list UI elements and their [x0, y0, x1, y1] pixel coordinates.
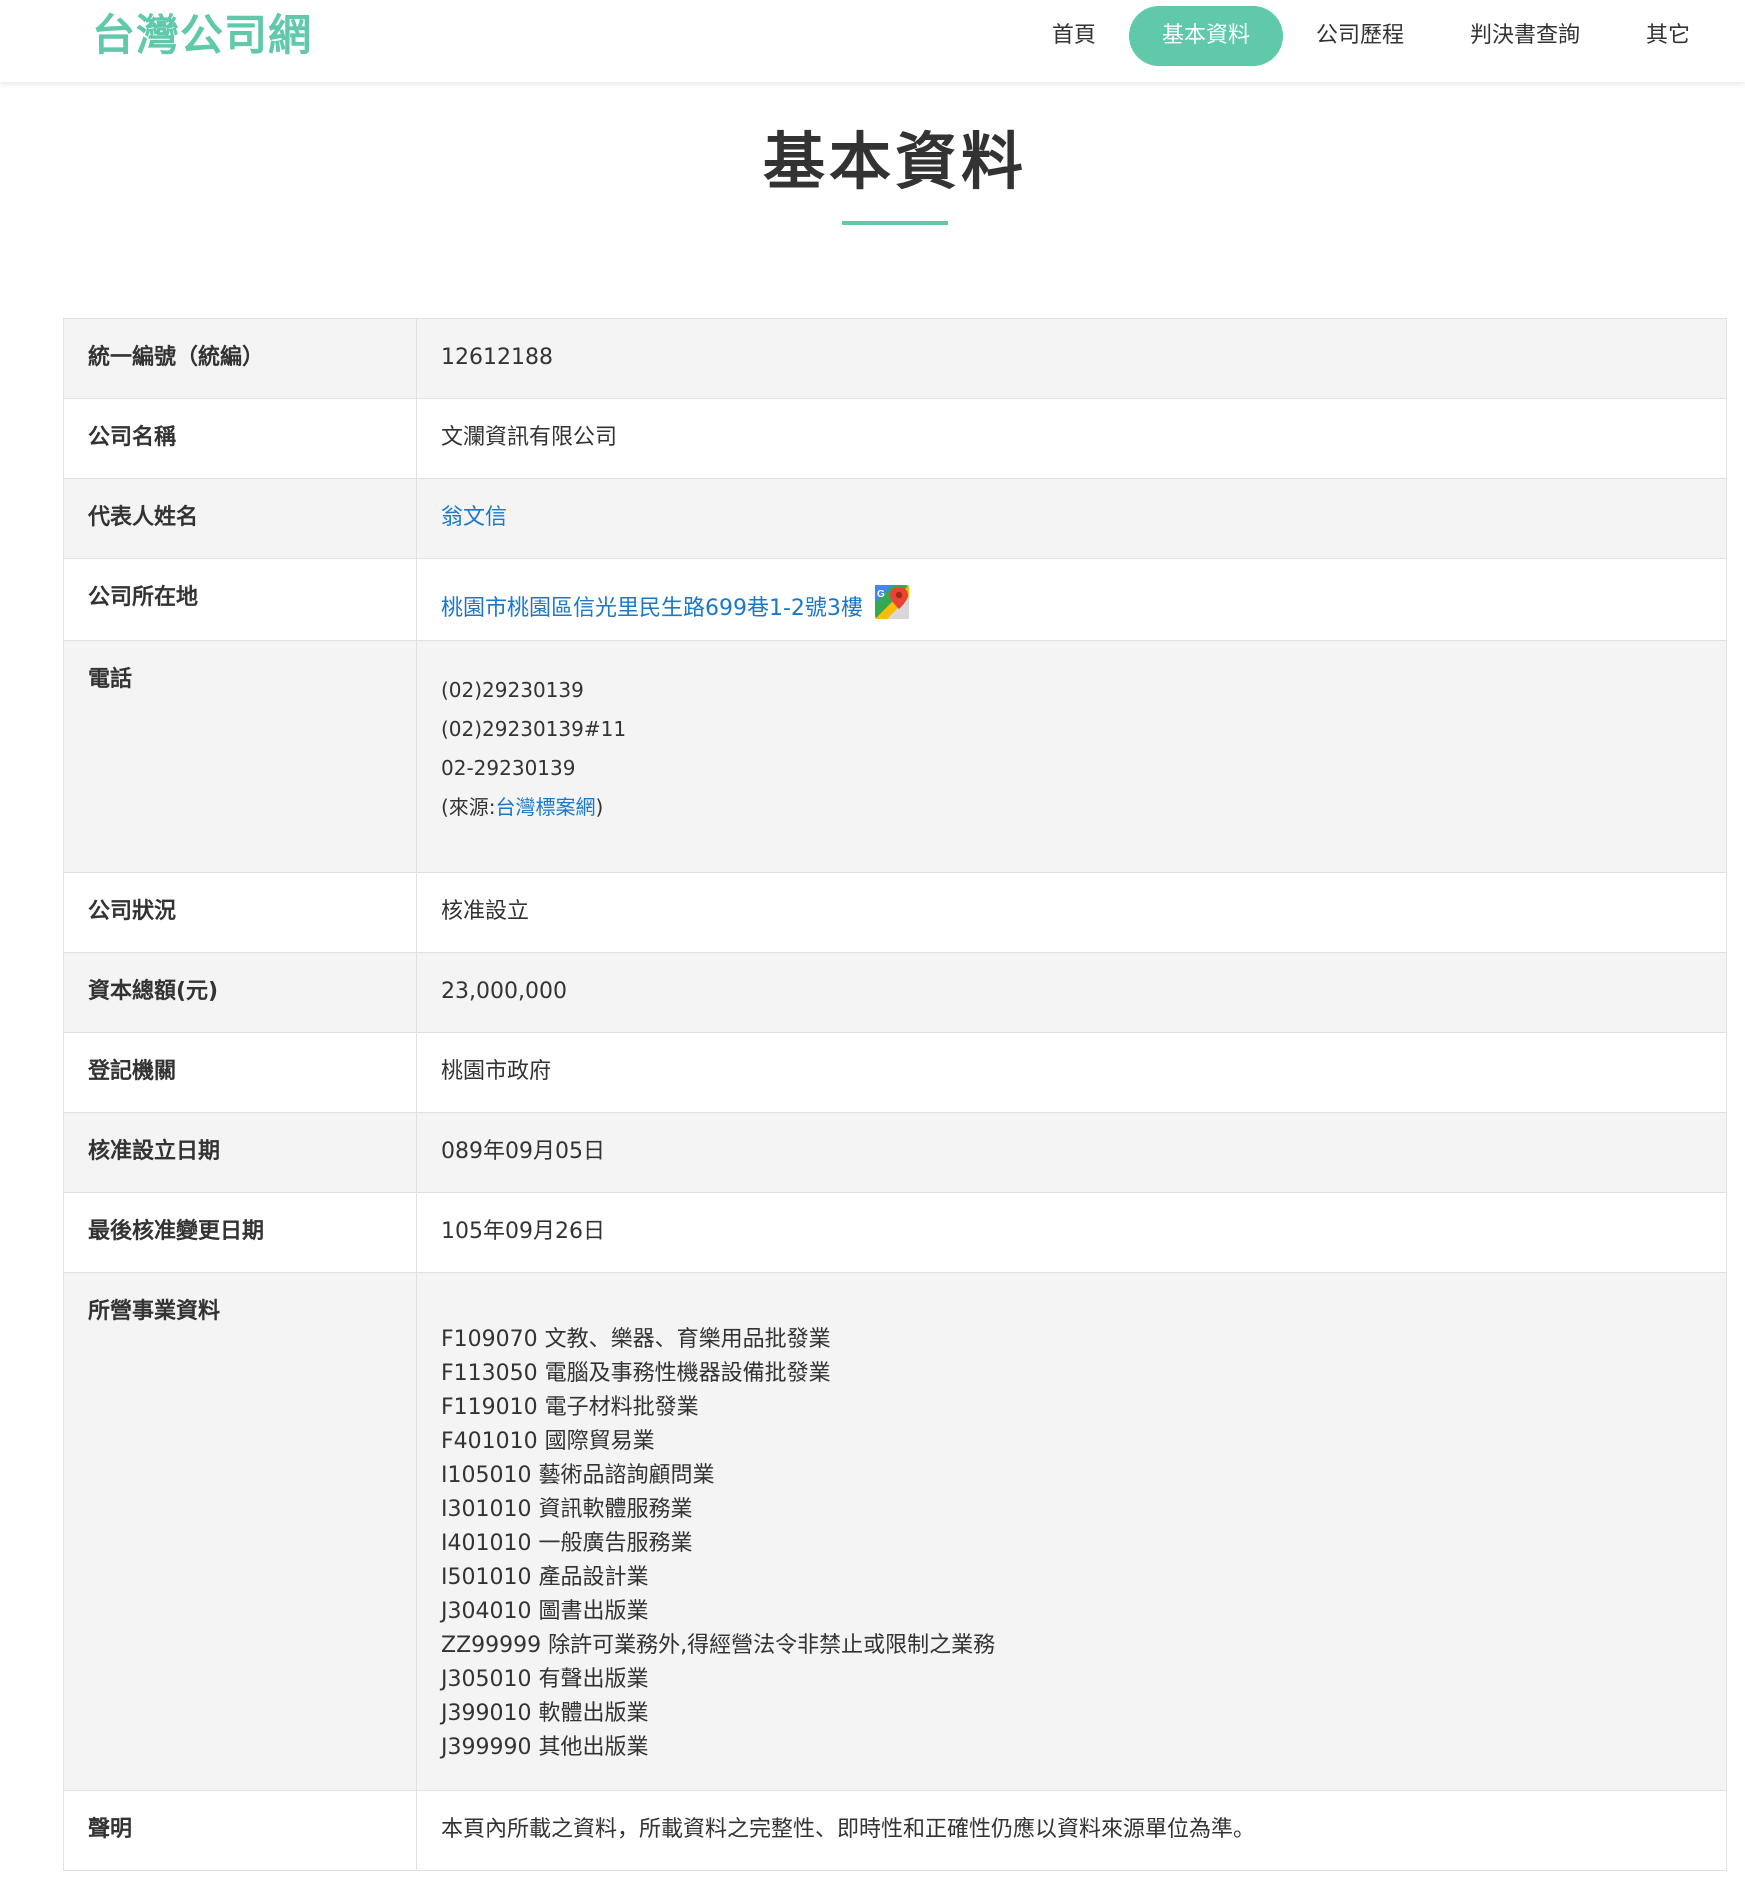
row-company-name: 公司名稱 文瀾資訊有限公司 — [63, 398, 1727, 479]
row-business: 所營事業資料 F109070 文教、樂器、育樂用品批發業 F113050 電腦及… — [63, 1272, 1727, 1791]
svg-text:G: G — [877, 589, 885, 600]
value-status: 核准設立 — [416, 872, 1727, 953]
row-representative: 代表人姓名 翁文信 — [63, 478, 1727, 559]
label-tax-id: 統一編號（統編） — [63, 318, 417, 399]
label-company-name: 公司名稱 — [63, 398, 417, 479]
nav-judgment-search[interactable]: 判決書查詢 — [1437, 6, 1613, 66]
business-item: J399990 其他出版業 — [441, 1735, 649, 1760]
phone-list: (02)29230139 (02)29230139#11 02-29230139… — [441, 665, 1702, 827]
value-capital: 23,000,000 — [416, 952, 1727, 1033]
business-item: I501010 產品設計業 — [441, 1565, 649, 1590]
address-link[interactable]: 桃園市桃園區信光里民生路699巷1-2號3樓 — [441, 596, 863, 621]
label-approval-date: 核准設立日期 — [63, 1112, 417, 1193]
row-disclaimer: 聲明 本頁內所載之資料，所載資料之完整性、即時性和正確性仍應以資料來源單位為準。 — [63, 1790, 1727, 1871]
value-registration-authority: 桃園市政府 — [416, 1032, 1727, 1113]
business-item: F113050 電腦及事務性機器設備批發業 — [441, 1361, 831, 1386]
label-phone: 電話 — [63, 640, 417, 873]
source-link[interactable]: 台灣標案網 — [496, 795, 596, 819]
source-suffix: ) — [595, 795, 604, 819]
page-title: 基本資料 — [762, 125, 1027, 198]
phone-source: (來源:台灣標案網) — [441, 788, 1702, 827]
business-item: I301010 資訊軟體服務業 — [441, 1497, 693, 1522]
value-phone: (02)29230139 (02)29230139#11 02-29230139… — [416, 640, 1727, 873]
label-capital: 資本總額(元) — [63, 952, 417, 1033]
row-phone: 電話 (02)29230139 (02)29230139#11 02-29230… — [63, 640, 1727, 873]
phone-number: (02)29230139 — [441, 678, 584, 702]
business-item: F401010 國際貿易業 — [441, 1429, 655, 1454]
nav-company-history[interactable]: 公司歷程 — [1283, 6, 1437, 66]
value-tax-id: 12612188 — [416, 318, 1727, 399]
row-address: 公司所在地 桃園市桃園區信光里民生路699巷1-2號3樓 G — [63, 558, 1727, 641]
business-item: J399010 軟體出版業 — [441, 1701, 649, 1726]
row-capital: 資本總額(元) 23,000,000 — [63, 952, 1727, 1033]
value-business: F109070 文教、樂器、育樂用品批發業 F113050 電腦及事務性機器設備… — [416, 1272, 1727, 1791]
nav-other[interactable]: 其它 — [1613, 6, 1723, 66]
value-last-change-date: 105年09月26日 — [416, 1192, 1727, 1273]
row-approval-date: 核准設立日期 089年09月05日 — [63, 1112, 1727, 1193]
business-list: F109070 文教、樂器、育樂用品批發業 F113050 電腦及事務性機器設備… — [441, 1297, 1702, 1765]
row-last-change-date: 最後核准變更日期 105年09月26日 — [63, 1192, 1727, 1273]
business-item: I401010 一般廣告服務業 — [441, 1531, 693, 1556]
row-tax-id: 統一編號（統編） 12612188 — [63, 318, 1727, 399]
label-business: 所營事業資料 — [63, 1272, 417, 1791]
business-item: J305010 有聲出版業 — [441, 1667, 649, 1692]
label-status: 公司狀況 — [63, 872, 417, 953]
label-last-change-date: 最後核准變更日期 — [63, 1192, 417, 1273]
label-registration-authority: 登記機關 — [63, 1032, 417, 1113]
row-status: 公司狀況 核准設立 — [63, 872, 1727, 953]
source-prefix: (來源: — [441, 795, 496, 819]
value-disclaimer: 本頁內所載之資料，所載資料之完整性、即時性和正確性仍應以資料來源單位為準。 — [416, 1790, 1727, 1871]
business-item: J304010 圖書出版業 — [441, 1599, 649, 1624]
title-underline — [842, 221, 948, 225]
representative-link[interactable]: 翁文信 — [441, 505, 507, 530]
top-navbar: 台灣公司網 首頁 基本資料 公司歷程 判決書查詢 其它 — [0, 0, 1745, 82]
business-item: ZZ99999 除許可業務外,得經營法令非禁止或限制之業務 — [441, 1633, 996, 1658]
label-disclaimer: 聲明 — [63, 1790, 417, 1871]
label-representative: 代表人姓名 — [63, 478, 417, 559]
phone-number: (02)29230139#11 — [441, 717, 627, 741]
value-representative: 翁文信 — [416, 478, 1727, 559]
label-address: 公司所在地 — [63, 558, 417, 641]
company-info-table: 統一編號（統編） 12612188 公司名稱 文瀾資訊有限公司 代表人姓名 翁文… — [63, 318, 1727, 1871]
site-logo[interactable]: 台灣公司網 — [92, 10, 312, 62]
row-registration-authority: 登記機關 桃園市政府 — [63, 1032, 1727, 1113]
value-approval-date: 089年09月05日 — [416, 1112, 1727, 1193]
main-nav: 首頁 基本資料 公司歷程 判決書查詢 其它 — [1019, 6, 1723, 66]
nav-basic-info[interactable]: 基本資料 — [1128, 6, 1283, 66]
business-item: F119010 電子材料批發業 — [441, 1395, 699, 1420]
google-maps-icon[interactable]: G — [873, 583, 911, 621]
value-address: 桃園市桃園區信光里民生路699巷1-2號3樓 G — [416, 558, 1727, 641]
value-company-name: 文瀾資訊有限公司 — [416, 398, 1727, 479]
business-item: I105010 藝術品諮詢顧問業 — [441, 1463, 715, 1488]
nav-home[interactable]: 首頁 — [1019, 6, 1129, 66]
business-item: F109070 文教、樂器、育樂用品批發業 — [441, 1327, 831, 1352]
phone-number: 02-29230139 — [441, 756, 576, 780]
